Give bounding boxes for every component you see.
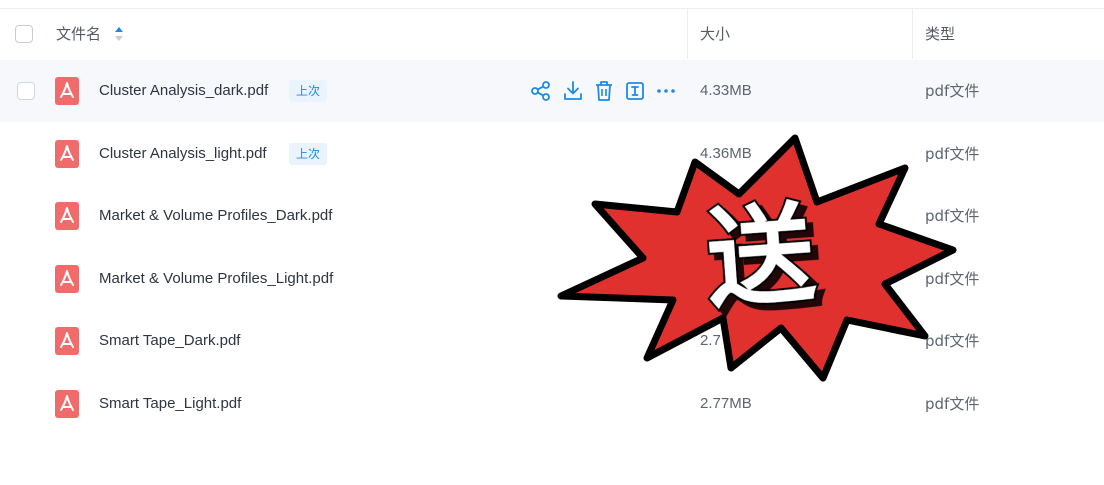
- size-column-header[interactable]: 大小: [700, 9, 730, 59]
- more-icon[interactable]: [655, 79, 677, 103]
- file-name[interactable]: Cluster Analysis_dark.pdf: [99, 60, 268, 122]
- pdf-file-icon: [55, 140, 79, 168]
- last-opened-badge: 上次: [289, 143, 328, 165]
- row-checkbox[interactable]: [17, 82, 35, 100]
- file-name[interactable]: Market & Volume Profiles_Light.pdf: [99, 248, 333, 310]
- share-icon[interactable]: [530, 79, 552, 103]
- file-table-header: 文件名 大小 类型: [0, 9, 1104, 59]
- download-icon[interactable]: [562, 79, 584, 103]
- file-name[interactable]: Market & Volume Profiles_Dark.pdf: [99, 185, 332, 247]
- sticker-text: 送: [702, 191, 818, 323]
- file-type: pdf文件: [925, 82, 980, 100]
- file-row[interactable]: Cluster Analysis_dark.pdf 上次 4.33MB pdf文: [0, 60, 1104, 122]
- file-name[interactable]: Smart Tape_Dark.pdf: [99, 310, 240, 372]
- column-divider[interactable]: [687, 9, 688, 59]
- pdf-file-icon: [55, 327, 79, 355]
- delete-icon[interactable]: [593, 79, 615, 103]
- pdf-file-icon: [55, 202, 79, 230]
- sort-asc-icon[interactable]: [114, 25, 124, 43]
- rename-icon[interactable]: [624, 79, 646, 103]
- pdf-file-icon: [55, 77, 79, 105]
- last-opened-badge: 上次: [289, 80, 328, 102]
- type-column-header[interactable]: 类型: [925, 9, 955, 59]
- file-name[interactable]: Smart Tape_Light.pdf: [99, 373, 241, 435]
- file-size: 4.33MB: [700, 82, 752, 99]
- name-column-header[interactable]: 文件名: [56, 9, 101, 59]
- file-name[interactable]: Cluster Analysis_light.pdf: [99, 123, 267, 185]
- select-all-checkbox[interactable]: [15, 25, 33, 43]
- promo-burst-sticker: 送: [557, 134, 957, 382]
- column-divider[interactable]: [912, 9, 913, 59]
- pdf-file-icon: [55, 265, 79, 293]
- pdf-file-icon: [55, 390, 79, 418]
